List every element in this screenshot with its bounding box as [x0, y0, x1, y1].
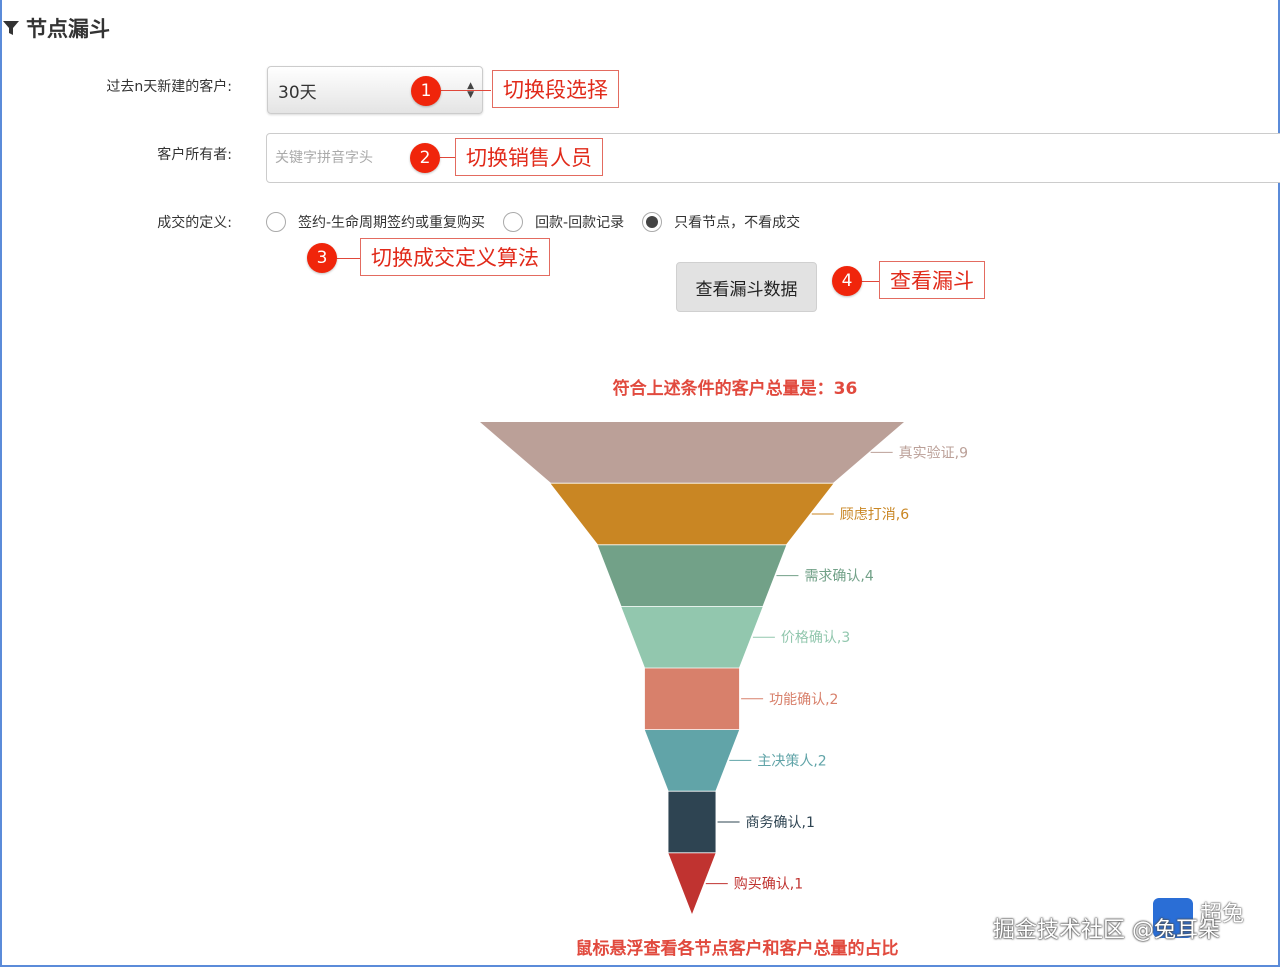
funnel-label: 商务确认,1 — [746, 815, 815, 831]
funnel-label: 需求确认,4 — [804, 569, 873, 585]
funnel-segment-功能确认[interactable] — [644, 668, 740, 730]
funnel-segment-需求确认[interactable] — [597, 545, 787, 606]
funnel-chart: 真实验证,9 顾虑打消,6 需求确认,4 价格确认,3 功能确认,2 主决策人,2 商务确认… — [480, 422, 968, 914]
watermark-text: 掘金技术社区 @兔耳朵 — [993, 918, 1220, 943]
funnel-label: 真实验证,9 — [899, 445, 968, 461]
funnel-segment-顾虑打消[interactable] — [550, 483, 834, 545]
funnel-label: 价格确认,3 — [781, 630, 850, 646]
funnel-segment-真实验证[interactable] — [480, 422, 904, 483]
funnel-segment-主决策人[interactable] — [644, 730, 740, 791]
funnel-label: 功能确认,2 — [769, 692, 838, 708]
funnel-label: 购买确认,1 — [734, 877, 803, 893]
funnel-label: 主决策人,2 — [757, 752, 826, 769]
funnel-segment-商务确认[interactable] — [668, 791, 716, 853]
funnel-segment-价格确认[interactable] — [621, 606, 763, 668]
funnel-label: 顾虑打消,6 — [840, 506, 909, 523]
